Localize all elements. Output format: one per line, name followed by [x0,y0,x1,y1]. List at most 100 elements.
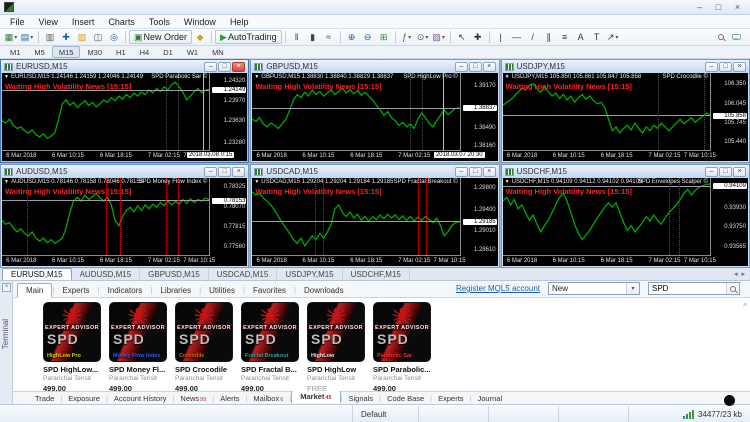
new-chart-icon[interactable]: ▦▾ [3,30,19,44]
timeframe-w1[interactable]: W1 [180,46,205,58]
chart-window-usdchf[interactable]: USDCHF,M15 – □ × ▼USDCHF,M15 0.94109 0.9… [501,164,750,268]
market-product-card-1[interactable]: EXPERT ADVISOR SPD HighLow Pro SPD HighL… [43,302,102,391]
market-tab-libraries[interactable]: Libraries [152,284,199,297]
chart-plot[interactable]: ▼USDJPY,M15 105.850 105.861 105.847 105.… [503,73,711,151]
chart-restore-button[interactable]: □ [218,62,231,72]
product-image[interactable]: EXPERT ADVISOR SPD HighLow Pro [43,302,101,362]
market-tab-indicators[interactable]: Indicators [100,284,151,297]
market-tab-main[interactable]: Main [17,283,52,298]
terminal-tab-news[interactable]: News99 [174,394,212,403]
candlestick-chart-icon[interactable]: ▮ [305,30,321,44]
profiles-icon[interactable]: ▤▾ [19,30,35,44]
terminal-tab-signals[interactable]: Signals [343,394,380,403]
chart-minimize-button[interactable]: – [204,62,217,72]
search-icon[interactable] [718,34,724,40]
terminal-tab-alerts[interactable]: Alerts [214,394,245,403]
autotrading-button[interactable]: ▶AutoTrading [215,30,282,44]
window-minimize-button[interactable]: – [691,2,708,13]
chevron-down-icon[interactable]: ▼ [254,179,259,185]
terminal-tab-mailbox[interactable]: Mailbox6 [247,394,289,403]
market-watch-icon[interactable]: ▥ [42,30,58,44]
menu-item-tools[interactable]: Tools [142,16,177,28]
chart-tab-eurusd[interactable]: EURUSD,M15 [2,268,72,280]
metaeditor-icon[interactable]: ◆ [192,30,208,44]
vertical-line-icon[interactable]: | [493,30,509,44]
market-category-dropdown[interactable]: New ▾ [548,282,640,295]
chevron-down-icon[interactable]: ▼ [505,74,510,80]
timeframe-mn[interactable]: MN [205,46,231,58]
chart-restore-button[interactable]: □ [719,167,732,177]
strategy-tester-icon[interactable]: ◎ [106,30,122,44]
chart-plot[interactable]: ▼AUDUSD,M15 0.78146 0.78158 0.78046 0.78… [2,178,210,256]
chart-close-button[interactable]: × [733,62,746,72]
window-close-button[interactable]: × [729,2,746,13]
market-tab-utilities[interactable]: Utilities [201,284,243,297]
chart-tab-gbpusd[interactable]: GBPUSD,M15 [140,268,209,280]
chart-restore-button[interactable]: □ [719,62,732,72]
new-order-button[interactable]: ▣New Order [129,30,192,44]
chart-window-titlebar[interactable]: EURUSD,M15 – □ × [1,60,248,73]
chart-minimize-button[interactable]: – [455,62,468,72]
indicators-icon[interactable]: ƒ▾ [399,30,415,44]
periods-icon[interactable]: ⊙▾ [415,30,431,44]
chart-tab-usdchf[interactable]: USDCHF,M15 [343,268,410,280]
timeframe-h4[interactable]: H4 [133,46,157,58]
menu-item-file[interactable]: File [3,16,32,28]
terminal-tab-market[interactable]: Market45 [291,390,340,403]
chart-minimize-button[interactable]: – [705,62,718,72]
zoom-out-icon[interactable]: ⊖ [360,30,376,44]
terminal-tab-experts[interactable]: Experts [432,394,469,403]
terminal-tab-account-history[interactable]: Account History [108,394,173,403]
terminal-tab-code-base[interactable]: Code Base [381,394,430,403]
chevron-down-icon[interactable]: ▼ [4,179,9,185]
chat-icon[interactable] [732,34,741,40]
chart-tab-usdcad[interactable]: USDCAD,M15 [209,268,278,280]
chart-window-audusd[interactable]: AUDUSD,M15 – □ × ▼AUDUSD,M15 0.78146 0.7… [0,164,249,268]
timeframe-m1[interactable]: M1 [3,46,27,58]
market-product-card-3[interactable]: EXPERT ADVISOR SPD Crocodile SPD Crocodi… [175,302,234,391]
bar-chart-icon[interactable]: ‖ [289,30,305,44]
label-icon[interactable]: T [589,30,605,44]
chart-plot[interactable]: ▼USDCAD,M15 1.29204 1.29204 1.29184 1.29… [252,178,460,256]
chevron-down-icon[interactable]: ▾ [626,283,639,294]
chart-minimize-button[interactable]: – [455,167,468,177]
scroll-up-icon[interactable]: ^ [743,302,747,311]
market-search-input[interactable] [649,284,726,293]
market-tab-experts[interactable]: Experts [54,284,97,297]
market-product-card-6[interactable]: EXPERT ADVISOR SPD Parabolic Sar SPD Par… [373,302,432,391]
terminal-close-button[interactable]: × [2,283,11,292]
menu-item-charts[interactable]: Charts [101,16,142,28]
market-tab-favorites[interactable]: Favorites [245,284,294,297]
templates-icon[interactable]: ▧▾ [431,30,447,44]
tab-scroll-right-icon[interactable]: ▸ [741,270,745,278]
chart-close-button[interactable]: × [232,62,245,72]
chart-tab-audusd[interactable]: AUDUSD,M15 [72,268,141,280]
navigator-icon[interactable]: ▨ [74,30,90,44]
chart-close-button[interactable]: × [483,62,496,72]
timeframe-m30[interactable]: M30 [80,46,109,58]
product-image[interactable]: EXPERT ADVISOR SPD HighLow [307,302,365,362]
window-maximize-button[interactable]: □ [710,2,727,13]
market-product-card-2[interactable]: EXPERT ADVISOR SPD Money Flow Index SPD … [109,302,168,391]
market-product-card-4[interactable]: EXPERT ADVISOR SPD Fractal Breakout SPD … [241,302,300,391]
timeframe-d1[interactable]: D1 [156,46,180,58]
channel-icon[interactable]: ∥ [541,30,557,44]
text-icon[interactable]: A [573,30,589,44]
chart-close-button[interactable]: × [483,167,496,177]
chevron-down-icon[interactable]: ▼ [254,74,259,80]
product-image[interactable]: EXPERT ADVISOR SPD Fractal Breakout [241,302,299,362]
chart-window-titlebar[interactable]: USDJPY,M15 – □ × [502,60,749,73]
timeframe-m15[interactable]: M15 [52,46,81,58]
chart-window-usdjpy[interactable]: USDJPY,M15 – □ × ▼USDJPY,M15 105.850 105… [501,59,750,163]
terminal-tab-exposure[interactable]: Exposure [62,394,106,403]
chart-window-titlebar[interactable]: USDCAD,M15 – □ × [251,165,498,178]
tab-scroll-left-icon[interactable]: ◂ [734,270,738,278]
line-chart-icon[interactable]: ≈ [321,30,337,44]
zoom-in-icon[interactable]: ⊕ [344,30,360,44]
terminal-tab-trade[interactable]: Trade [29,394,60,403]
chart-plot[interactable]: ▼GBPUSD,M15 1.38830 1.38840 1.38829 1.38… [252,73,460,151]
chart-tab-usdjpy[interactable]: USDJPY,M15 [277,268,342,280]
chevron-down-icon[interactable]: ▼ [4,74,9,80]
product-image[interactable]: EXPERT ADVISOR SPD Parabolic Sar [373,302,431,362]
trendline-icon[interactable]: / [525,30,541,44]
